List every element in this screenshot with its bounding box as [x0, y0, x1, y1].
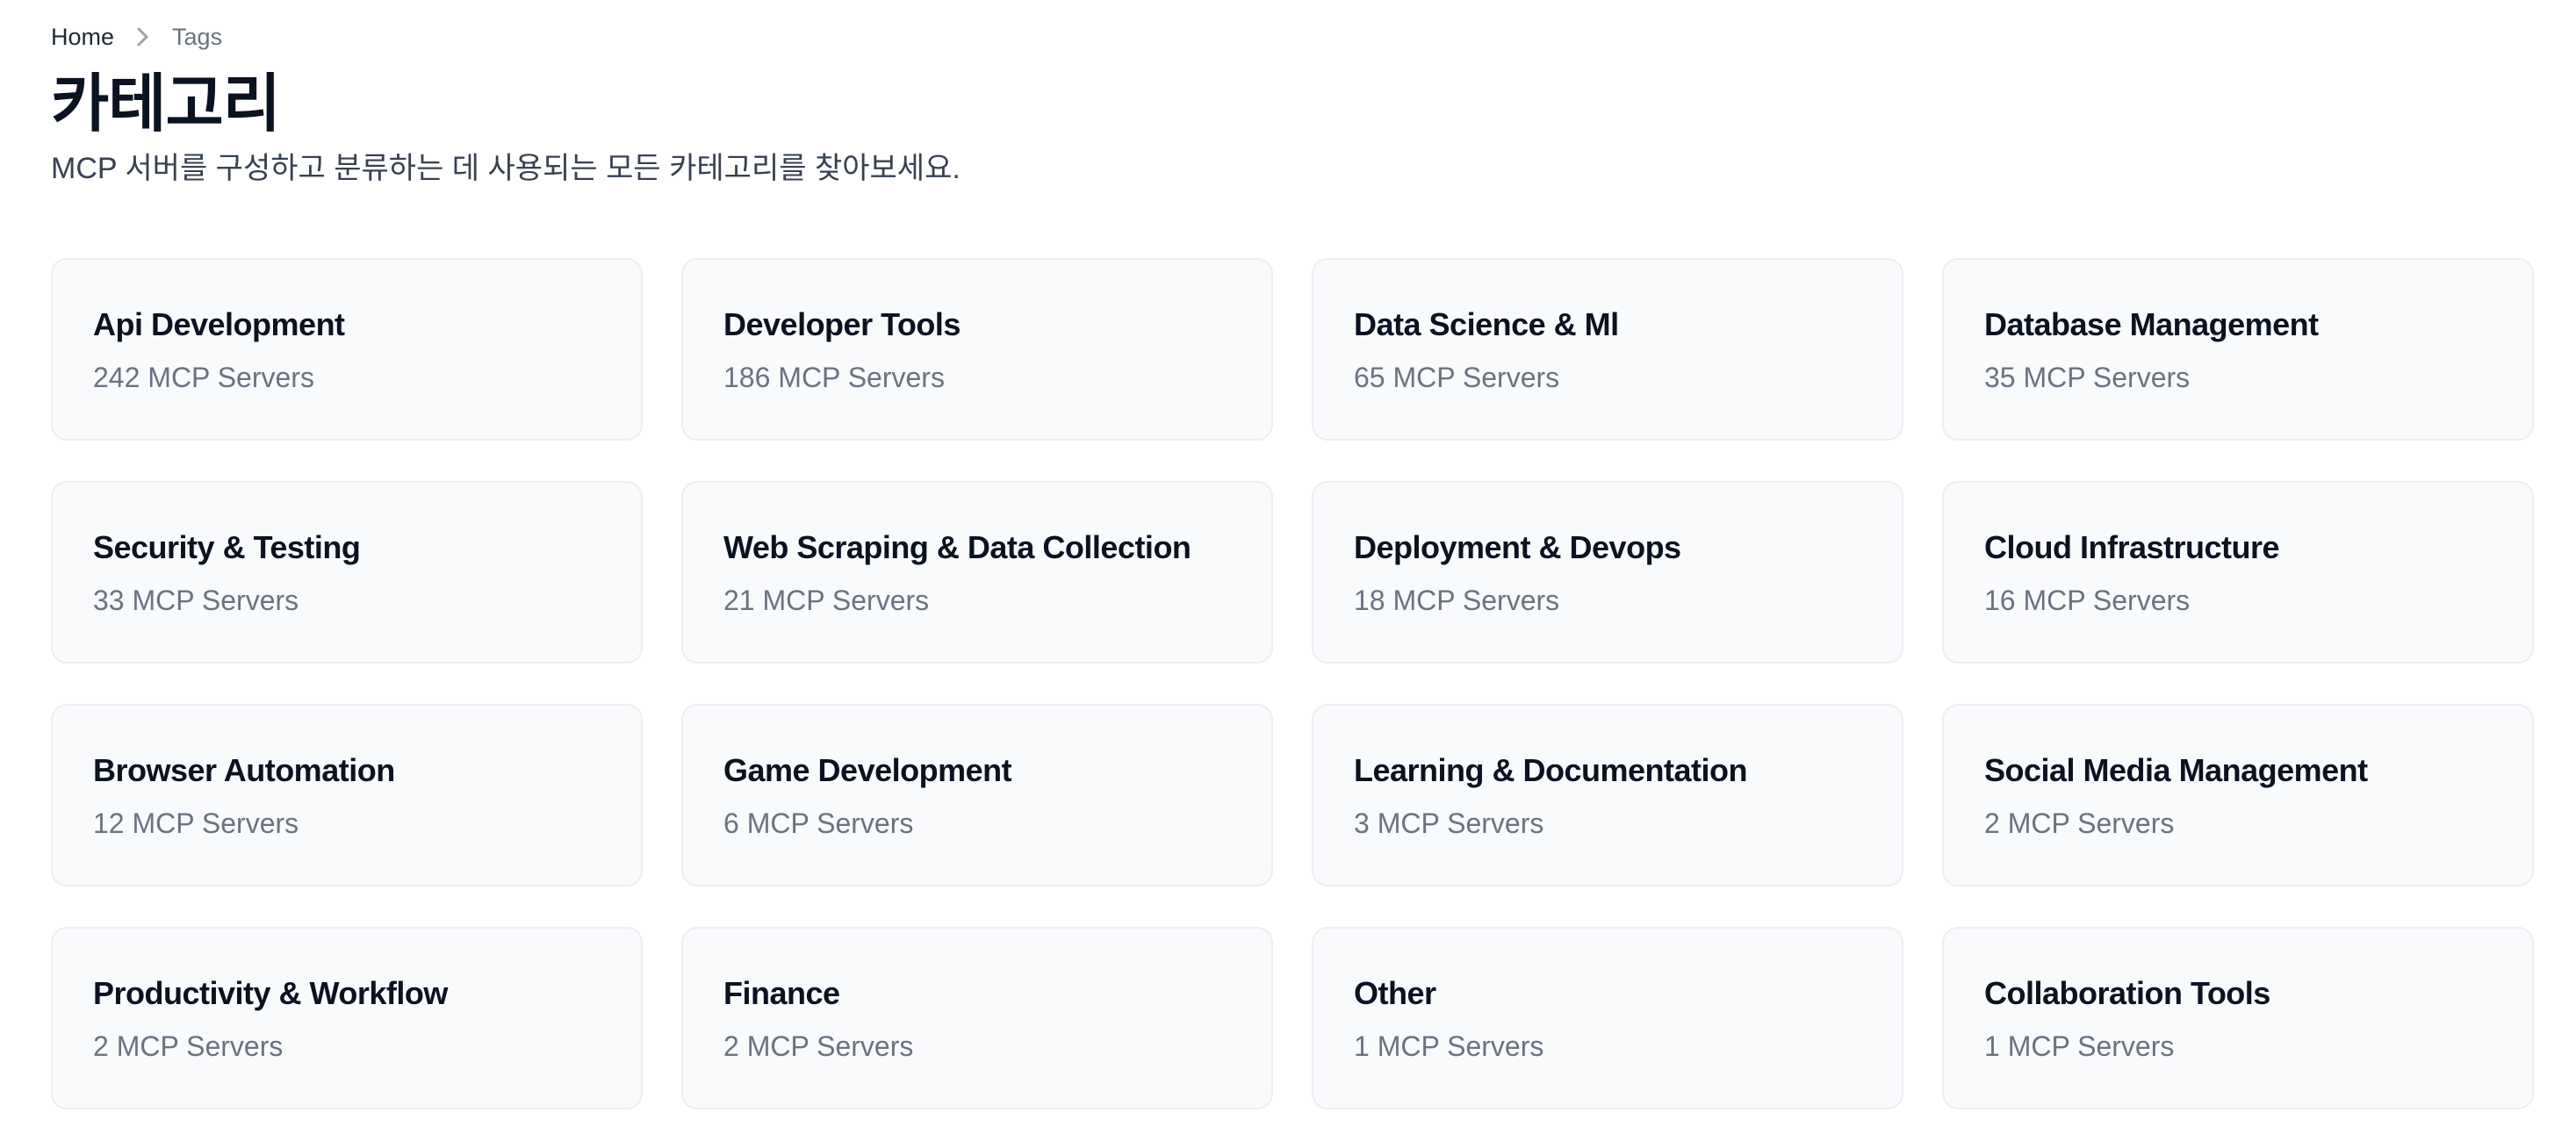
category-count: 33 MCP Servers	[93, 585, 299, 616]
category-count: 3 MCP Servers	[1354, 807, 1544, 839]
category-count: 18 MCP Servers	[1354, 585, 1560, 616]
category-title: Database Management	[1984, 306, 2319, 342]
breadcrumb-current: Tags	[172, 23, 223, 50]
chevron-right-icon	[128, 26, 158, 47]
category-grid: Api Development 242 MCP Servers Develope…	[51, 258, 2534, 1109]
category-title: Data Science & Ml	[1354, 306, 1619, 342]
category-title: Game Development	[723, 752, 1012, 788]
category-title: Web Scraping & Data Collection	[723, 529, 1191, 565]
category-card[interactable]: Cloud Infrastructure 16 MCP Servers	[1942, 481, 2534, 664]
category-title: Collaboration Tools	[1984, 975, 2270, 1011]
category-card[interactable]: Data Science & Ml 65 MCP Servers	[1312, 258, 1903, 441]
category-card[interactable]: Developer Tools 186 MCP Servers	[681, 258, 1273, 441]
category-count: 65 MCP Servers	[1354, 362, 1560, 393]
category-title: Learning & Documentation	[1354, 752, 1748, 788]
category-title: Other	[1354, 975, 1436, 1011]
category-card[interactable]: Learning & Documentation 3 MCP Servers	[1312, 704, 1903, 886]
category-count: 1 MCP Servers	[1354, 1030, 1544, 1062]
page: Home Tags 카테고리 MCP 서버를 구성하고 분류하는 데 사용되는 …	[51, 0, 2534, 1109]
category-card[interactable]: Web Scraping & Data Collection 21 MCP Se…	[681, 481, 1273, 664]
category-count: 2 MCP Servers	[1984, 807, 2175, 839]
category-count: 35 MCP Servers	[1984, 362, 2191, 393]
breadcrumb: Home Tags	[51, 19, 2534, 54]
category-card[interactable]: Social Media Management 2 MCP Servers	[1942, 704, 2534, 886]
category-card[interactable]: Browser Automation 12 MCP Servers	[51, 704, 643, 886]
category-card[interactable]: Productivity & Workflow 2 MCP Servers	[51, 927, 643, 1109]
category-title: Security & Testing	[93, 529, 361, 565]
category-title: Developer Tools	[723, 306, 961, 342]
category-card[interactable]: Collaboration Tools 1 MCP Servers	[1942, 927, 2534, 1109]
category-card[interactable]: Api Development 242 MCP Servers	[51, 258, 643, 441]
category-count: 186 MCP Servers	[723, 362, 945, 393]
category-count: 6 MCP Servers	[723, 807, 914, 839]
category-card[interactable]: Other 1 MCP Servers	[1312, 927, 1903, 1109]
category-count: 1 MCP Servers	[1984, 1030, 2175, 1062]
category-count: 2 MCP Servers	[723, 1030, 914, 1062]
category-count: 12 MCP Servers	[93, 807, 299, 839]
category-title: Api Development	[93, 306, 345, 342]
category-title: Cloud Infrastructure	[1984, 529, 2280, 565]
category-title: Productivity & Workflow	[93, 975, 448, 1011]
category-count: 16 MCP Servers	[1984, 585, 2191, 616]
category-title: Finance	[723, 975, 840, 1011]
category-count: 2 MCP Servers	[93, 1030, 284, 1062]
category-card[interactable]: Database Management 35 MCP Servers	[1942, 258, 2534, 441]
page-title: 카테고리	[51, 69, 281, 140]
category-title: Deployment & Devops	[1354, 529, 1681, 565]
page-subtitle: MCP 서버를 구성하고 분류하는 데 사용되는 모든 카테고리를 찾아보세요.	[51, 152, 961, 185]
category-card[interactable]: Deployment & Devops 18 MCP Servers	[1312, 481, 1903, 664]
category-card[interactable]: Finance 2 MCP Servers	[681, 927, 1273, 1109]
category-count: 21 MCP Servers	[723, 585, 930, 616]
category-card[interactable]: Game Development 6 MCP Servers	[681, 704, 1273, 886]
category-title: Browser Automation	[93, 752, 395, 788]
breadcrumb-home-link[interactable]: Home	[51, 24, 114, 51]
category-card[interactable]: Security & Testing 33 MCP Servers	[51, 481, 643, 664]
category-title: Social Media Management	[1984, 752, 2368, 788]
category-count: 242 MCP Servers	[93, 362, 314, 393]
